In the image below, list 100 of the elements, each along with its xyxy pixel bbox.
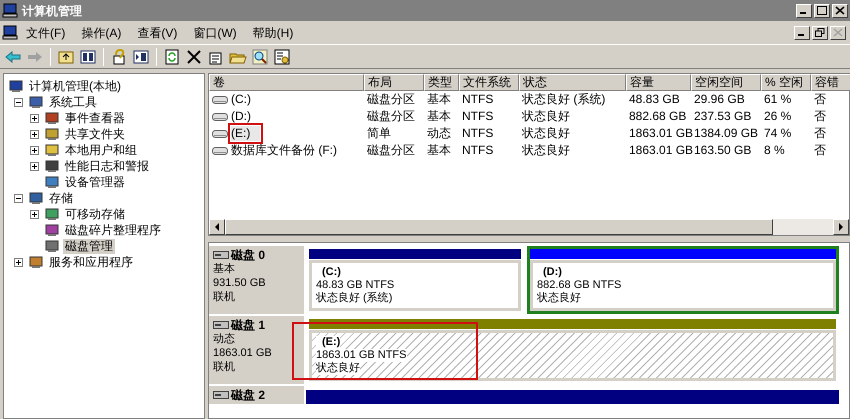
- expand-toggle[interactable]: [14, 258, 23, 266]
- table-cell: 状态良好: [522, 109, 570, 124]
- table-cell: 状态良好: [522, 126, 570, 141]
- table-cell: 状态良好 (系统): [522, 92, 606, 107]
- tree-item[interactable]: 磁盘碎片整理程序: [63, 222, 163, 238]
- plus-icon: [31, 114, 38, 122]
- partition-block[interactable]: (D:) 882.68 GB NTFS 状态良好: [527, 246, 839, 314]
- scroll-right-button[interactable]: [833, 219, 849, 235]
- table-cell: 29.96 GB: [694, 92, 745, 107]
- maximize-button[interactable]: [814, 4, 830, 18]
- panel-toggle-icon[interactable]: [79, 48, 97, 66]
- computer-icon: [2, 24, 18, 40]
- volume-name[interactable]: (C:): [231, 92, 251, 107]
- minimize-button[interactable]: [794, 26, 810, 40]
- column-header[interactable]: 布局: [364, 74, 424, 91]
- table-cell: 磁盘分区: [367, 143, 415, 158]
- table-cell: NTFS: [462, 92, 494, 107]
- collapse-toggle[interactable]: [14, 98, 23, 106]
- disk-name: 磁盘 2: [231, 388, 266, 402]
- table-cell: 1863.01 GB: [629, 143, 694, 158]
- delete-icon[interactable]: [185, 48, 203, 66]
- column-header[interactable]: 类型: [424, 74, 459, 91]
- column-header[interactable]: 空闲空间: [691, 74, 761, 91]
- table-cell: NTFS: [462, 143, 494, 158]
- right-arrow-icon: [838, 223, 844, 231]
- partition-status: 状态良好 (系统): [316, 292, 392, 305]
- table-cell: 74 %: [764, 126, 792, 141]
- table-cell: 状态良好: [522, 143, 570, 158]
- tree-item[interactable]: 存储: [47, 190, 75, 206]
- collapse-toggle[interactable]: [14, 194, 23, 202]
- volume-name[interactable]: 数据库文件备份 (F:): [231, 143, 337, 158]
- restore-button[interactable]: [812, 26, 828, 40]
- tree-item[interactable]: 可移动存储: [63, 206, 127, 222]
- menu-item[interactable]: 帮助(H): [244, 24, 302, 42]
- table-cell: 26 %: [764, 109, 792, 124]
- plus-icon: [31, 130, 38, 138]
- tree-node-icon: [44, 126, 60, 142]
- table-cell: 磁盘分区: [367, 109, 415, 124]
- menu-item[interactable]: 操作(A): [73, 24, 130, 42]
- column-header[interactable]: % 空闲: [761, 74, 811, 91]
- refresh-icon[interactable]: [163, 48, 181, 66]
- volume-name[interactable]: (D:): [231, 109, 251, 124]
- minimize-button[interactable]: [796, 4, 812, 18]
- column-header[interactable]: 容量: [626, 74, 691, 91]
- expand-toggle[interactable]: [30, 210, 39, 218]
- table-cell: 磁盘分区: [367, 92, 415, 107]
- drive-icon: [212, 94, 228, 104]
- tree-item[interactable]: 服务和应用程序: [47, 254, 135, 270]
- close-button[interactable]: [832, 4, 848, 18]
- partition-size: 1863.01 GB NTFS: [316, 349, 406, 362]
- magnifier-icon[interactable]: [251, 48, 269, 66]
- expand-toggle[interactable]: [30, 162, 39, 170]
- tree-node-icon: [44, 110, 60, 126]
- drive-icon: [212, 128, 228, 138]
- table-cell: 否: [814, 143, 826, 158]
- tree-item[interactable]: 磁盘管理: [63, 238, 115, 254]
- partition-status: 状态良好: [537, 292, 581, 305]
- scroll-left-button[interactable]: [209, 219, 225, 235]
- table-cell: 8 %: [764, 143, 785, 158]
- table-cell: 动态: [427, 126, 451, 141]
- column-header[interactable]: 状态: [519, 74, 626, 91]
- column-header[interactable]: 容错: [811, 74, 850, 91]
- tree-item[interactable]: 性能日志和警报: [63, 158, 151, 174]
- table-cell: 否: [814, 109, 826, 124]
- expand-toggle[interactable]: [30, 114, 39, 122]
- tree-node-icon: [28, 94, 44, 110]
- disk-name: 磁盘 0: [231, 248, 266, 262]
- partition-label: (E:): [316, 336, 340, 349]
- close-icon: [833, 28, 843, 37]
- tree-item[interactable]: 系统工具: [47, 94, 99, 110]
- expand-toggle[interactable]: [30, 146, 39, 154]
- tree-item[interactable]: 共享文件夹: [63, 126, 127, 142]
- disk-type: 动态: [213, 332, 236, 346]
- tree-item[interactable]: 设备管理器: [63, 174, 127, 190]
- tree-item[interactable]: 本地用户和组: [63, 142, 139, 158]
- menu-item[interactable]: 窗口(W): [185, 24, 245, 42]
- table-cell: 48.83 GB: [629, 92, 680, 107]
- computer-icon: [2, 2, 18, 18]
- tree-item[interactable]: 事件查看器: [63, 110, 127, 126]
- table-cell: 基本: [427, 109, 451, 124]
- table-cell: 61 %: [764, 92, 792, 107]
- menu-item[interactable]: 查看(V): [129, 24, 186, 42]
- left-arrow-icon: [214, 223, 220, 231]
- column-header[interactable]: 文件系统: [459, 74, 519, 91]
- tree-item[interactable]: 计算机管理(本地): [27, 78, 123, 94]
- table-cell: 基本: [427, 92, 451, 107]
- tree-node-icon: [44, 174, 60, 190]
- plus-icon: [31, 210, 38, 218]
- tree-node-icon: [44, 142, 60, 158]
- tree-node-icon: [44, 158, 60, 174]
- plus-icon: [15, 258, 22, 266]
- table-cell: 否: [814, 92, 826, 107]
- tree-node-icon: [44, 222, 60, 238]
- expand-toggle[interactable]: [30, 130, 39, 138]
- volume-name[interactable]: (E:): [231, 126, 260, 141]
- column-header[interactable]: 卷: [209, 74, 364, 91]
- close-button[interactable]: [830, 26, 846, 40]
- scroll-thumb[interactable]: [225, 219, 773, 235]
- pane-icon[interactable]: [132, 48, 150, 66]
- menu-item[interactable]: 文件(F): [18, 24, 74, 42]
